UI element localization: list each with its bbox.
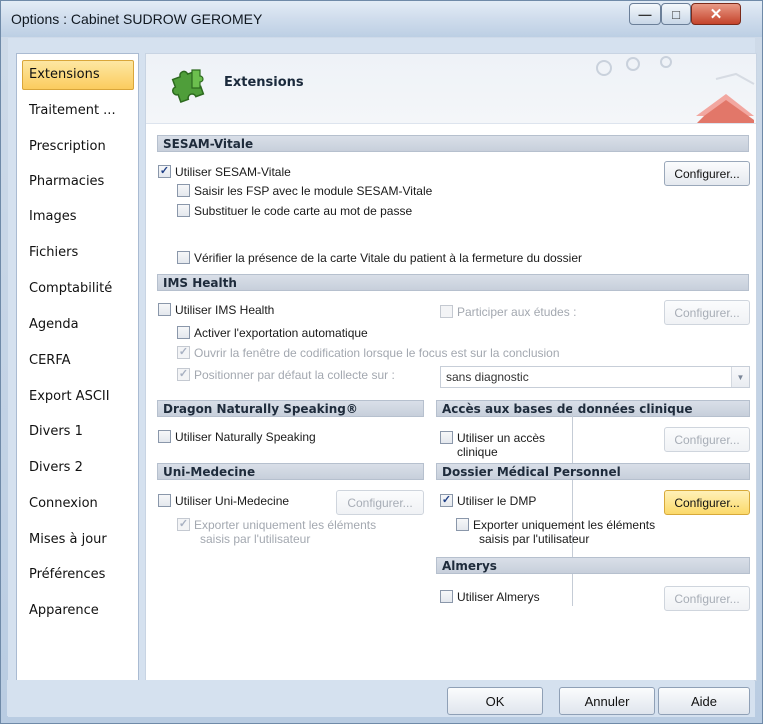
sesam-fsp-checkbox[interactable]: Saisir les FSP avec le module SESAM-Vita… xyxy=(177,184,432,198)
sesam-verify-label: Vérifier la présence de la carte Vitale … xyxy=(194,251,582,265)
title-bar[interactable]: Options : Cabinet SUDROW GEROMEY — □ ✕ xyxy=(1,1,762,37)
access-configure-button[interactable]: Configurer... xyxy=(664,427,750,452)
window-title: Options : Cabinet SUDROW GEROMEY xyxy=(11,11,263,27)
ims-section-header: IMS Health xyxy=(157,274,749,291)
uni-configure-button[interactable]: Configurer... xyxy=(336,490,424,515)
access-use-checkbox[interactable]: Utiliser un accès clinique xyxy=(440,431,545,459)
uni-export-checkbox[interactable]: ✓ Exporter uniquement les éléments saisis… xyxy=(177,518,376,546)
access-use-label-line1: Utiliser un accès xyxy=(457,431,546,445)
sesam-configure-button[interactable]: Configurer... xyxy=(664,161,750,186)
dmp-export-label-line2: saisis par l'utilisateur xyxy=(479,532,590,546)
sesam-verify-checkbox[interactable]: Vérifier la présence de la carte Vitale … xyxy=(177,251,582,265)
checkbox-checked-icon: ✓ xyxy=(440,494,453,507)
almerys-use-checkbox[interactable]: Utiliser Almerys xyxy=(440,590,540,604)
ims-export-label: Activer l'exportation automatique xyxy=(194,326,368,340)
ims-configure-button[interactable]: Configurer... xyxy=(664,300,750,325)
close-button[interactable]: ✕ xyxy=(691,3,741,25)
almerys-section-header: Almerys xyxy=(436,557,750,574)
uni-use-label: Utiliser Uni-Medecine xyxy=(175,494,290,508)
sidebar-item-extensions[interactable]: Extensions xyxy=(22,60,134,90)
dragon-use-checkbox[interactable]: Utiliser Naturally Speaking xyxy=(158,430,316,444)
ims-position-select[interactable]: sans diagnostic ▼ xyxy=(440,366,750,388)
sidebar-item-divers-1[interactable]: Divers 1 xyxy=(22,417,134,447)
minimize-button[interactable]: — xyxy=(629,3,661,25)
minimize-icon: — xyxy=(638,6,652,22)
cancel-button[interactable]: Annuler xyxy=(559,687,655,715)
sidebar-item-cerfa[interactable]: CERFA xyxy=(22,346,134,376)
uni-export-label-line2: saisis par l'utilisateur xyxy=(200,532,311,546)
sidebar-item-divers-2[interactable]: Divers 2 xyxy=(22,453,134,483)
checkbox-checked-icon: ✓ xyxy=(177,518,190,531)
dmp-export-checkbox[interactable]: Exporter uniquement les éléments saisis p… xyxy=(456,518,655,546)
sidebar-item-agenda[interactable]: Agenda xyxy=(22,310,134,340)
sidebar-item-preferences[interactable]: Préférences xyxy=(22,560,134,590)
access-use-label-line2: clinique xyxy=(457,445,498,459)
ims-use-checkbox[interactable]: Utiliser IMS Health xyxy=(158,303,274,317)
sesam-fsp-label: Saisir les FSP avec le module SESAM-Vita… xyxy=(194,184,433,198)
sidebar-item-comptabilite[interactable]: Comptabilité xyxy=(22,274,134,304)
sidebar-item-pharmacies[interactable]: Pharmacies xyxy=(22,167,134,197)
options-content: Extensions SESAM-Vitale ✓ Utiliser SESAM… xyxy=(145,53,757,681)
ims-position-checkbox[interactable]: ✓ Positionner par défaut la collecte sur… xyxy=(177,368,395,382)
ims-position-value: sans diagnostic xyxy=(446,370,529,384)
sesam-use-checkbox[interactable]: ✓ Utiliser SESAM-Vitale xyxy=(158,165,291,179)
sidebar-item-connexion[interactable]: Connexion xyxy=(22,489,134,519)
sesam-code-label: Substituer le code carte au mot de passe xyxy=(194,204,413,218)
checkbox-checked-icon: ✓ xyxy=(177,346,190,359)
help-button[interactable]: Aide xyxy=(658,687,750,715)
close-icon: ✕ xyxy=(709,6,723,23)
checkbox-checked-icon: ✓ xyxy=(158,165,171,178)
sidebar-item-fichiers[interactable]: Fichiers xyxy=(22,238,134,268)
ims-export-checkbox[interactable]: Activer l'exportation automatique xyxy=(177,326,368,340)
ok-button[interactable]: OK xyxy=(447,687,543,715)
dmp-export-label-line1: Exporter uniquement les éléments xyxy=(473,518,656,532)
dragon-use-label: Utiliser Naturally Speaking xyxy=(175,430,316,444)
dmp-use-label: Utiliser le DMP xyxy=(457,494,537,508)
chevron-down-icon[interactable]: ▼ xyxy=(731,367,749,387)
dragon-section-header: Dragon Naturally Speaking® xyxy=(157,400,424,417)
uni-export-label-line1: Exporter uniquement les éléments xyxy=(194,518,377,532)
column-divider xyxy=(572,406,573,606)
uni-use-checkbox[interactable]: Utiliser Uni-Medecine xyxy=(158,494,289,508)
ims-position-label: Positionner par défaut la collecte sur : xyxy=(194,368,395,382)
maximize-icon: □ xyxy=(672,6,680,22)
uni-section-header: Uni-Medecine xyxy=(157,463,424,480)
access-section-header: Accès aux bases de données clinique xyxy=(436,400,750,417)
almerys-use-label: Utiliser Almerys xyxy=(457,590,540,604)
sidebar-item-traitement[interactable]: Traitement ... xyxy=(22,96,134,126)
sidebar-item-export-ascii[interactable]: Export ASCII xyxy=(22,382,134,412)
dmp-use-checkbox[interactable]: ✓ Utiliser le DMP xyxy=(440,494,536,508)
sidebar-item-mises-a-jour[interactable]: Mises à jour xyxy=(22,525,134,555)
sesam-use-label: Utiliser SESAM-Vitale xyxy=(175,165,291,179)
sidebar-item-images[interactable]: Images xyxy=(22,202,134,232)
sidebar-item-prescription[interactable]: Prescription xyxy=(22,132,134,162)
sesam-section-header: SESAM-Vitale xyxy=(157,135,749,152)
ims-studies-label: Participer aux études : xyxy=(457,305,577,319)
page-banner: Extensions xyxy=(146,54,756,124)
almerys-configure-button[interactable]: Configurer... xyxy=(664,586,750,611)
ims-studies-checkbox[interactable]: Participer aux études : xyxy=(440,305,576,319)
dmp-section-header: Dossier Médical Personnel xyxy=(436,463,750,480)
sesam-code-checkbox[interactable]: Substituer le code carte au mot de passe xyxy=(177,204,412,218)
ims-window-checkbox[interactable]: ✓ Ouvrir la fenêtre de codification lors… xyxy=(177,346,560,360)
maximize-button[interactable]: □ xyxy=(661,3,691,25)
ims-use-label: Utiliser IMS Health xyxy=(175,303,275,317)
sidebar-item-apparence[interactable]: Apparence xyxy=(22,596,134,626)
checkbox-checked-icon: ✓ xyxy=(177,368,190,381)
ims-window-label: Ouvrir la fenêtre de codification lorsqu… xyxy=(194,346,560,360)
options-sidebar: Extensions Traitement ... Prescription P… xyxy=(16,53,139,681)
dmp-configure-button[interactable]: Configurer... xyxy=(664,490,750,515)
banner-title: Extensions xyxy=(224,75,304,90)
banner-decoration-icon xyxy=(596,56,755,123)
puzzle-icon xyxy=(171,69,205,104)
